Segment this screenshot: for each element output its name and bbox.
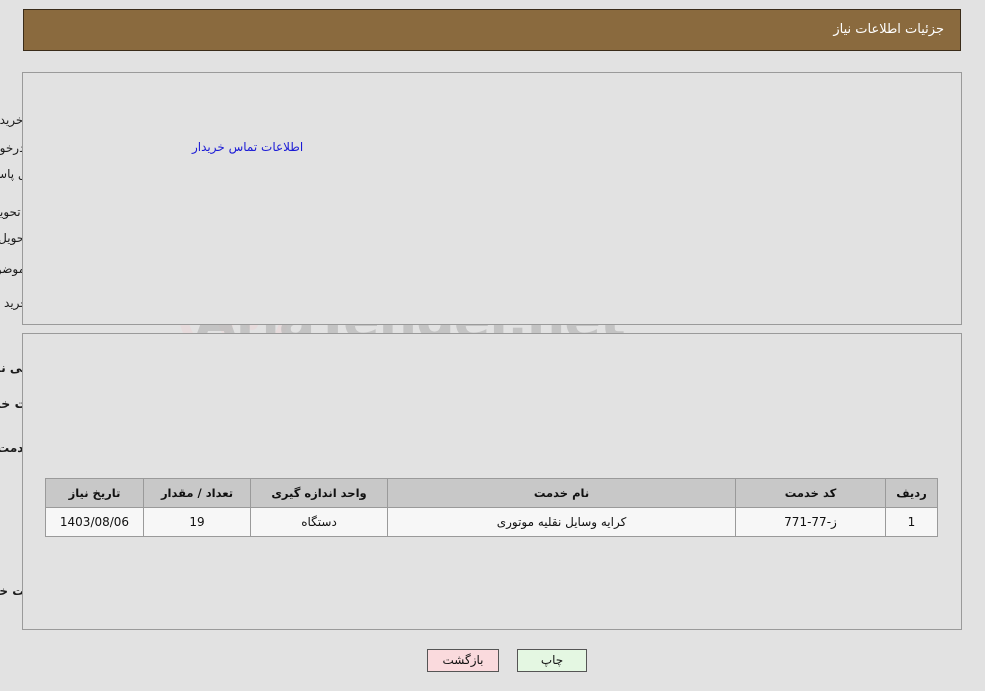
need-info-panel (23, 72, 963, 325)
cell-unit: دستگاه (251, 507, 389, 537)
col-need-date: تاریخ نیاز (46, 478, 145, 508)
col-service-name: نام خدمت (388, 478, 737, 508)
cell-radif: 1 (886, 507, 939, 537)
service-table: ردیف کد خدمت نام خدمت واحد اندازه گیری ت… (46, 478, 939, 537)
print-button[interactable]: چاپ (518, 649, 588, 672)
col-quantity: تعداد / مقدار (144, 478, 252, 508)
cell-service-name: کرایه وسایل نقلیه موتوری (388, 507, 737, 537)
table-header-row: ردیف کد خدمت نام خدمت واحد اندازه گیری ت… (46, 478, 939, 508)
col-unit: واحد اندازه گیری (251, 478, 389, 508)
back-button[interactable]: بازگشت (428, 649, 500, 672)
table-row: 1 ز-77-771 کرایه وسایل نقلیه موتوری دستگ… (46, 507, 939, 537)
cell-service-code: ز-77-771 (736, 507, 887, 537)
cell-quantity: 19 (144, 507, 252, 537)
page-header: جزئیات اطلاعات نیاز (24, 9, 962, 51)
buyer-contact-link[interactable]: اطلاعات تماس خریدار (193, 140, 304, 154)
col-service-code: کد خدمت (736, 478, 887, 508)
cell-need-date: 1403/08/06 (46, 507, 145, 537)
col-radif: ردیف (886, 478, 939, 508)
page-title: جزئیات اطلاعات نیاز (834, 22, 945, 37)
